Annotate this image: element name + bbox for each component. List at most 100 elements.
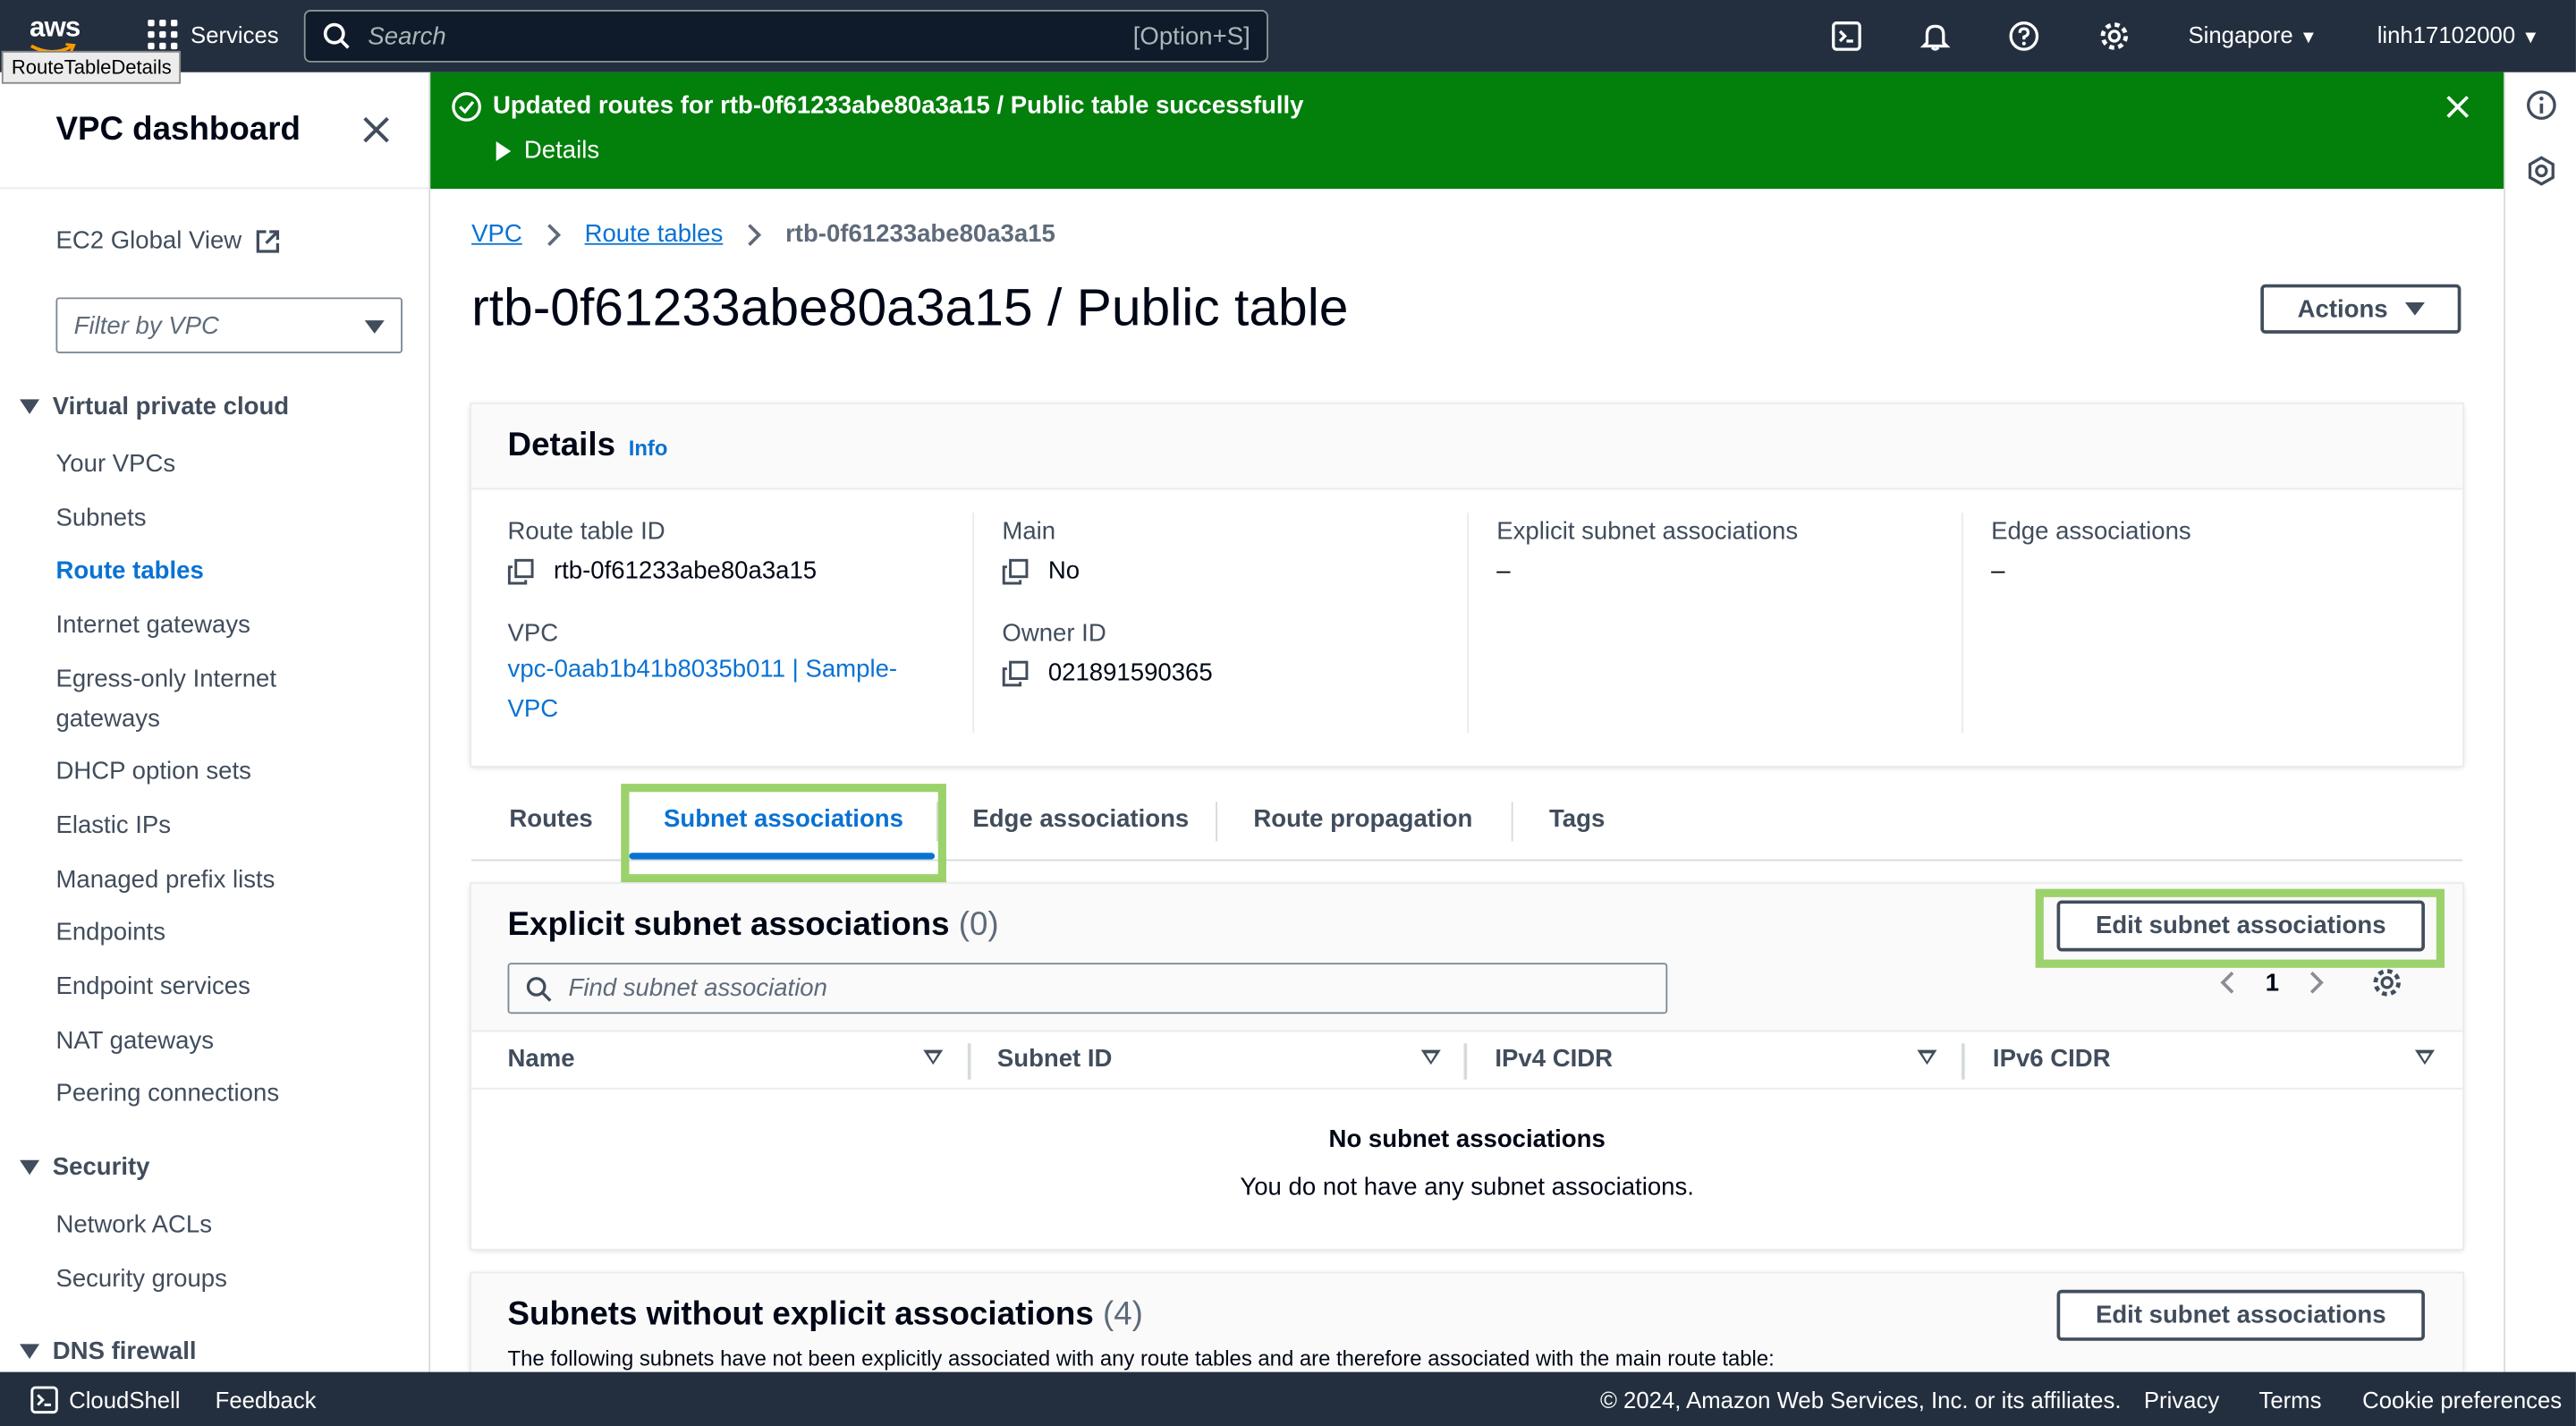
cloudshell-icon[interactable] xyxy=(1828,18,1864,54)
tab-separator xyxy=(627,802,630,842)
search-icon xyxy=(526,976,552,1001)
region-label: Singapore xyxy=(2188,21,2293,48)
page-number[interactable]: 1 xyxy=(2266,969,2279,997)
account-menu[interactable]: linh17102000 ▼ xyxy=(2377,21,2540,47)
tab-separator xyxy=(1511,802,1513,842)
explicit-table-title: Explicit subnet associations xyxy=(507,906,950,944)
sidebar-item-your-vpcs[interactable]: Your VPCs xyxy=(55,446,175,485)
region-selector[interactable]: Singapore ▼ xyxy=(2188,21,2317,47)
divider xyxy=(0,187,429,190)
tab-subnet-associations[interactable]: Subnet associations xyxy=(664,805,903,833)
sort-icon[interactable] xyxy=(2414,1049,2435,1065)
find-subnet-association-input[interactable] xyxy=(568,974,1650,1003)
actions-button[interactable]: Actions xyxy=(2260,284,2462,334)
field-label: Edge associations xyxy=(1991,517,2191,546)
expand-icon xyxy=(20,1344,40,1359)
search-icon xyxy=(323,22,350,49)
breadcrumb-vpc[interactable]: VPC xyxy=(471,220,522,248)
sidebar-item-endpoint-services[interactable]: Endpoint services xyxy=(55,968,250,1007)
info-icon[interactable] xyxy=(2525,89,2558,122)
main-field: Main No Owner ID 021891590365 xyxy=(1002,516,1212,763)
privacy-link[interactable]: Privacy xyxy=(2144,1387,2219,1413)
cookie-preferences-link[interactable]: Cookie preferences xyxy=(2362,1387,2562,1413)
sidebar-item-peering-connections[interactable]: Peering connections xyxy=(55,1074,279,1114)
cloudshell-button[interactable]: CloudShell xyxy=(30,1385,181,1414)
edge-associations-field: Edge associations – xyxy=(1991,516,2191,763)
sidebar-item-managed-prefix-lists[interactable]: Managed prefix lists xyxy=(55,861,275,900)
external-link-icon xyxy=(256,230,280,253)
tab-tags[interactable]: Tags xyxy=(1549,805,1605,833)
column-header-ipv6-cidr[interactable]: IPv6 CIDR xyxy=(1993,1045,2111,1073)
column-header-ipv4-cidr[interactable]: IPv4 CIDR xyxy=(1495,1045,1613,1073)
close-icon[interactable] xyxy=(358,112,394,148)
find-subnet-association-box[interactable] xyxy=(507,963,1668,1014)
column-separator[interactable] xyxy=(967,1043,971,1080)
sidebar-section-dns-firewall[interactable]: DNS firewall xyxy=(20,1337,197,1365)
field-label: Route table ID xyxy=(507,517,665,546)
implicit-table-title: Subnets without explicit associations xyxy=(507,1296,1094,1333)
sidebar-item-nat-gateways[interactable]: NAT gateways xyxy=(55,1022,214,1061)
sort-icon[interactable] xyxy=(923,1049,944,1065)
expand-icon xyxy=(20,399,40,414)
sidebar-item-egress-only-internet-gateways[interactable]: Egress-only Internet gateways xyxy=(55,660,335,739)
implicit-table-description: The following subnets have not been expl… xyxy=(507,1345,1775,1371)
table-header-row: Name Subnet ID IPv4 CIDR IPv6 CIDR xyxy=(471,1030,2463,1090)
help-icon[interactable] xyxy=(2006,18,2042,54)
tab-routes[interactable]: Routes xyxy=(509,805,592,833)
sidebar-item-security-groups[interactable]: Security groups xyxy=(55,1260,226,1300)
main-value: No xyxy=(1047,556,1080,585)
bell-icon[interactable] xyxy=(1917,18,1953,54)
implicit-table-heading: Subnets without explicit associations (4… xyxy=(508,1296,1143,1334)
terms-link[interactable]: Terms xyxy=(2258,1387,2321,1413)
column-header-name[interactable]: Name xyxy=(508,1045,575,1073)
edit-subnet-associations-button[interactable]: Edit subnet associations xyxy=(2056,900,2425,952)
filter-by-vpc-select[interactable]: Filter by VPC xyxy=(55,297,402,353)
tab-edge-associations[interactable]: Edge associations xyxy=(972,805,1189,833)
sidebar-section-virtual-private-cloud[interactable]: Virtual private cloud xyxy=(20,393,289,420)
empty-state-title: No subnet associations xyxy=(1328,1125,1606,1154)
tooltip: RouteTableDetails xyxy=(1,50,182,84)
chevron-right-icon[interactable] xyxy=(2309,970,2325,996)
search-input[interactable] xyxy=(368,21,1133,51)
sidebar-section-security[interactable]: Security xyxy=(20,1153,150,1182)
settings-icon[interactable] xyxy=(2097,18,2132,54)
sidebar-item-internet-gateways[interactable]: Internet gateways xyxy=(55,607,250,646)
breadcrumb-route-tables[interactable]: Route tables xyxy=(585,220,724,248)
copy-icon[interactable] xyxy=(507,558,534,585)
copy-icon[interactable] xyxy=(1002,660,1029,687)
sidebar-item-network-acls[interactable]: Network ACLs xyxy=(55,1206,212,1245)
column-separator[interactable] xyxy=(1463,1043,1468,1080)
tab-route-propagation[interactable]: Route propagation xyxy=(1253,805,1472,833)
search-box[interactable]: [Option+S] xyxy=(303,10,1268,63)
info-link[interactable]: Info xyxy=(629,436,668,461)
services-menu-button[interactable]: Services xyxy=(148,20,279,50)
explore-icon[interactable] xyxy=(2525,155,2558,188)
sidebar-item-subnets[interactable]: Subnets xyxy=(55,499,146,539)
field-value: No xyxy=(1002,556,1212,589)
sort-icon[interactable] xyxy=(1420,1049,1441,1065)
tab-separator xyxy=(1216,802,1217,842)
sort-icon[interactable] xyxy=(1917,1049,1937,1065)
column-separator[interactable] xyxy=(1962,1043,1965,1080)
close-icon[interactable] xyxy=(2441,90,2474,123)
services-label: Services xyxy=(191,21,279,48)
column-header-subnet-id[interactable]: Subnet ID xyxy=(997,1045,1113,1073)
chevron-left-icon[interactable] xyxy=(2219,970,2235,996)
sidebar-item-dhcp-option-sets[interactable]: DHCP option sets xyxy=(55,752,250,792)
route-table-id-value: rtb-0f61233abe80a3a15 xyxy=(553,556,818,585)
sidebar-item-route-tables[interactable]: Route tables xyxy=(55,552,203,591)
sidebar-item-ec2-global-view[interactable]: EC2 Global View xyxy=(55,222,281,261)
sidebar-item-endpoints[interactable]: Endpoints xyxy=(55,913,165,953)
flash-details-toggle[interactable]: Details xyxy=(496,136,599,165)
edit-subnet-associations-button[interactable]: Edit subnet associations xyxy=(2056,1289,2425,1341)
copy-icon[interactable] xyxy=(1002,558,1029,585)
divider xyxy=(1962,513,1963,734)
sidebar-item-elastic-ips[interactable]: Elastic IPs xyxy=(55,807,171,846)
aws-logo[interactable]: aws xyxy=(30,13,95,54)
section-label: Virtual private cloud xyxy=(52,392,290,421)
vpc-link[interactable]: vpc-0aab1b41b8035b011 | Sample-VPC xyxy=(508,650,936,729)
empty-state-subtitle: You do not have any subnet associations. xyxy=(1240,1173,1694,1201)
implicit-associations-panel: Subnets without explicit associations (4… xyxy=(471,1273,2463,1372)
preferences-gear-icon[interactable] xyxy=(2371,966,2404,999)
feedback-link[interactable]: Feedback xyxy=(216,1387,317,1413)
